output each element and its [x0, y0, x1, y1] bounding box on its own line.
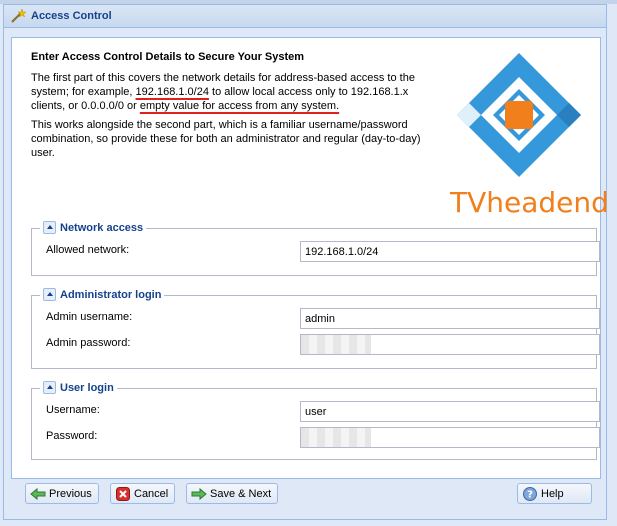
administrator-login-fieldset: Administrator login Admin username: Admi…	[31, 288, 600, 369]
user-login-title: User login	[60, 381, 114, 394]
network-access-fieldset: Network access Allowed network:	[31, 221, 600, 276]
user-login-fieldset: User login Username: Password:	[31, 381, 600, 460]
admin-username-label: Admin username:	[46, 311, 133, 323]
intro-p1-highlight-network: 192.168.1.0/24	[135, 86, 209, 98]
help-icon: ?	[523, 486, 537, 501]
admin-username-input[interactable]	[300, 308, 600, 329]
allowed-network-label: Allowed network:	[46, 244, 130, 256]
help-label: Help	[541, 487, 564, 500]
intro-heading: Enter Access Control Details to Secure Y…	[31, 51, 305, 63]
username-input[interactable]	[300, 401, 600, 422]
window-title: Access Control	[31, 10, 112, 22]
collapse-toggle-icon[interactable]	[43, 381, 56, 394]
wizard-wand-icon	[11, 8, 26, 23]
svg-text:?: ?	[527, 489, 533, 500]
arrow-left-icon	[30, 487, 46, 500]
cancel-button[interactable]: Cancel	[110, 483, 176, 504]
intro-paragraph-1: The first part of this covers the networ…	[31, 71, 441, 113]
intro-paragraph-2: This works alongside the second part, wh…	[31, 119, 421, 159]
username-label: Username:	[46, 404, 100, 416]
arrow-right-icon	[191, 487, 207, 500]
previous-label: Previous	[49, 487, 92, 500]
network-access-legend: Network access	[40, 221, 147, 234]
admin-password-input[interactable]	[300, 334, 600, 355]
collapse-toggle-icon[interactable]	[43, 221, 56, 234]
password-input[interactable]	[300, 427, 600, 448]
admin-password-label: Admin password:	[46, 337, 131, 349]
administrator-login-title: Administrator login	[60, 288, 162, 301]
window-titlebar[interactable]: Access Control	[4, 5, 606, 28]
cancel-label: Cancel	[134, 487, 169, 500]
network-access-title: Network access	[60, 221, 144, 234]
collapse-toggle-icon[interactable]	[43, 288, 56, 301]
administrator-login-legend: Administrator login	[40, 288, 165, 301]
help-button[interactable]: ? Help	[517, 483, 592, 504]
save-and-next-button[interactable]: Save & Next	[186, 483, 279, 504]
logo-wordmark: TVheadend	[450, 186, 609, 219]
allowed-network-input[interactable]	[300, 241, 600, 262]
save-and-next-label: Save & Next	[210, 487, 272, 500]
wizard-body: Enter Access Control Details to Secure Y…	[11, 37, 609, 479]
previous-button[interactable]: Previous	[25, 483, 99, 504]
access-control-window: Access Control Enter Access Control Deta…	[3, 4, 609, 520]
intro-p1-highlight-empty: empty value for access from any system.	[139, 100, 340, 112]
password-label: Password:	[46, 430, 98, 442]
cancel-icon	[116, 486, 130, 501]
user-login-legend: User login	[40, 381, 117, 394]
